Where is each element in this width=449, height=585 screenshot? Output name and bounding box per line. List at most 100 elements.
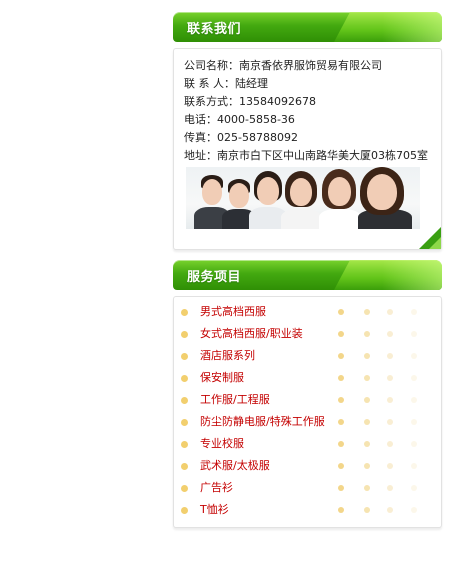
dot-decoration [411,331,417,337]
bullet-icon [181,375,188,382]
dot-decoration [338,441,344,447]
list-item: 防尘防静电服/特殊工作服 [174,411,441,433]
dot-decoration [338,507,344,513]
fax-value: 025-58788092 [217,131,298,144]
company-name-line: 公司名称：南京香依界服饰贸易有限公司 [184,57,441,75]
services-panel-title: 服务项目 [187,270,242,285]
contact-method-value: 13584092678 [239,95,316,108]
dot-decoration [387,419,393,425]
dot-decoration [411,353,417,359]
dot-decoration [338,463,344,469]
dot-decoration [364,485,370,491]
list-item: 女式高档西服/职业装 [174,323,441,345]
contact-panel-body: 公司名称：南京香依界服饰贸易有限公司 联 系 人：陆经理 联系方式：135840… [173,48,442,250]
dot-decoration [411,485,417,491]
dot-decoration [338,419,344,425]
address-value: 南京市白下区中山南路华美大厦03栋705室 [217,149,428,162]
dot-decoration [387,441,393,447]
fax-line: 传真：025-58788092 [184,129,441,147]
bullet-icon [181,353,188,360]
service-link-mens-suits[interactable]: 男式高档西服 [200,301,266,323]
corner-leaf-highlight [429,237,441,249]
dot-decoration [387,485,393,491]
dot-decoration [387,309,393,315]
bullet-icon [181,507,188,514]
dot-decoration [411,507,417,513]
service-link-hotel-uniforms[interactable]: 酒店服系列 [200,345,255,367]
dot-decoration [411,463,417,469]
dot-decoration [364,331,370,337]
bullet-icon [181,309,188,316]
contact-person-label: 联 系 人： [184,77,235,90]
services-panel-header: 服务项目 [173,260,442,290]
company-name-label: 公司名称： [184,59,239,72]
phone-value: 4000-5858-36 [217,113,295,126]
service-link-school-uniforms[interactable]: 专业校服 [200,433,244,455]
fax-label: 传真： [184,131,217,144]
dot-decoration [364,375,370,381]
address-line: 地址：南京市白下区中山南路华美大厦03栋705室 [184,147,441,165]
photo-person-6 [354,167,416,229]
dot-decoration [338,485,344,491]
page: 联系我们 公司名称：南京香依界服饰贸易有限公司 联 系 人：陆经理 联系方式：1… [0,0,449,585]
dot-decoration [364,507,370,513]
dot-decoration [387,507,393,513]
service-link-t-shirts[interactable]: T恤衫 [200,499,229,521]
contact-person-value: 陆经理 [235,77,268,90]
dot-decoration [387,353,393,359]
bullet-icon [181,331,188,338]
dot-decoration [411,441,417,447]
services-list: 男式高档西服 女式高档西服/职业装 酒店服系列 保安制服 工作服/工程服 防尘防… [173,296,442,528]
dot-decoration [364,353,370,359]
list-item: 酒店服系列 [174,345,441,367]
dot-decoration [364,397,370,403]
list-item: 保安制服 [174,367,441,389]
dot-decoration [364,419,370,425]
contact-person-line: 联 系 人：陆经理 [184,75,441,93]
contact-method-label: 联系方式： [184,95,239,108]
dot-decoration [364,463,370,469]
bullet-icon [181,397,188,404]
dot-decoration [338,331,344,337]
service-link-security-uniforms[interactable]: 保安制服 [200,367,244,389]
dot-decoration [338,353,344,359]
contact-panel-title: 联系我们 [187,22,242,37]
dot-decoration [338,397,344,403]
customer-service-photo [186,167,420,229]
dot-decoration [387,397,393,403]
dot-decoration [411,397,417,403]
dot-decoration [411,419,417,425]
service-link-advertising-shirts[interactable]: 广告衫 [200,477,233,499]
phone-label: 电话： [184,113,217,126]
dot-decoration [411,309,417,315]
bullet-icon [181,419,188,426]
service-link-antistatic-clothing[interactable]: 防尘防静电服/特殊工作服 [200,411,325,433]
contact-panel-header: 联系我们 [173,12,442,42]
company-name-value: 南京香依界服饰贸易有限公司 [239,59,382,72]
dot-decoration [364,441,370,447]
dot-decoration [387,331,393,337]
address-label: 地址： [184,149,217,162]
list-item: 广告衫 [174,477,441,499]
services-panel: 服务项目 男式高档西服 女式高档西服/职业装 酒店服系列 保安制服 工作服/工程… [173,260,442,528]
dot-decoration [338,309,344,315]
list-item: 武术服/太极服 [174,455,441,477]
service-link-work-clothes[interactable]: 工作服/工程服 [200,389,270,411]
bullet-icon [181,463,188,470]
service-link-martial-arts-wear[interactable]: 武术服/太极服 [200,455,270,477]
list-item: 男式高档西服 [174,301,441,323]
dot-decoration [411,375,417,381]
bullet-icon [181,485,188,492]
list-item: 工作服/工程服 [174,389,441,411]
bullet-icon [181,441,188,448]
dot-decoration [387,375,393,381]
service-link-womens-suits[interactable]: 女式高档西服/职业装 [200,323,303,345]
contact-method-line: 联系方式：13584092678 [184,93,441,111]
phone-line: 电话：4000-5858-36 [184,111,441,129]
dot-decoration [338,375,344,381]
contact-panel: 联系我们 公司名称：南京香依界服饰贸易有限公司 联 系 人：陆经理 联系方式：1… [173,12,442,250]
dot-decoration [387,463,393,469]
dot-decoration [364,309,370,315]
list-item: T恤衫 [174,499,441,521]
list-item: 专业校服 [174,433,441,455]
